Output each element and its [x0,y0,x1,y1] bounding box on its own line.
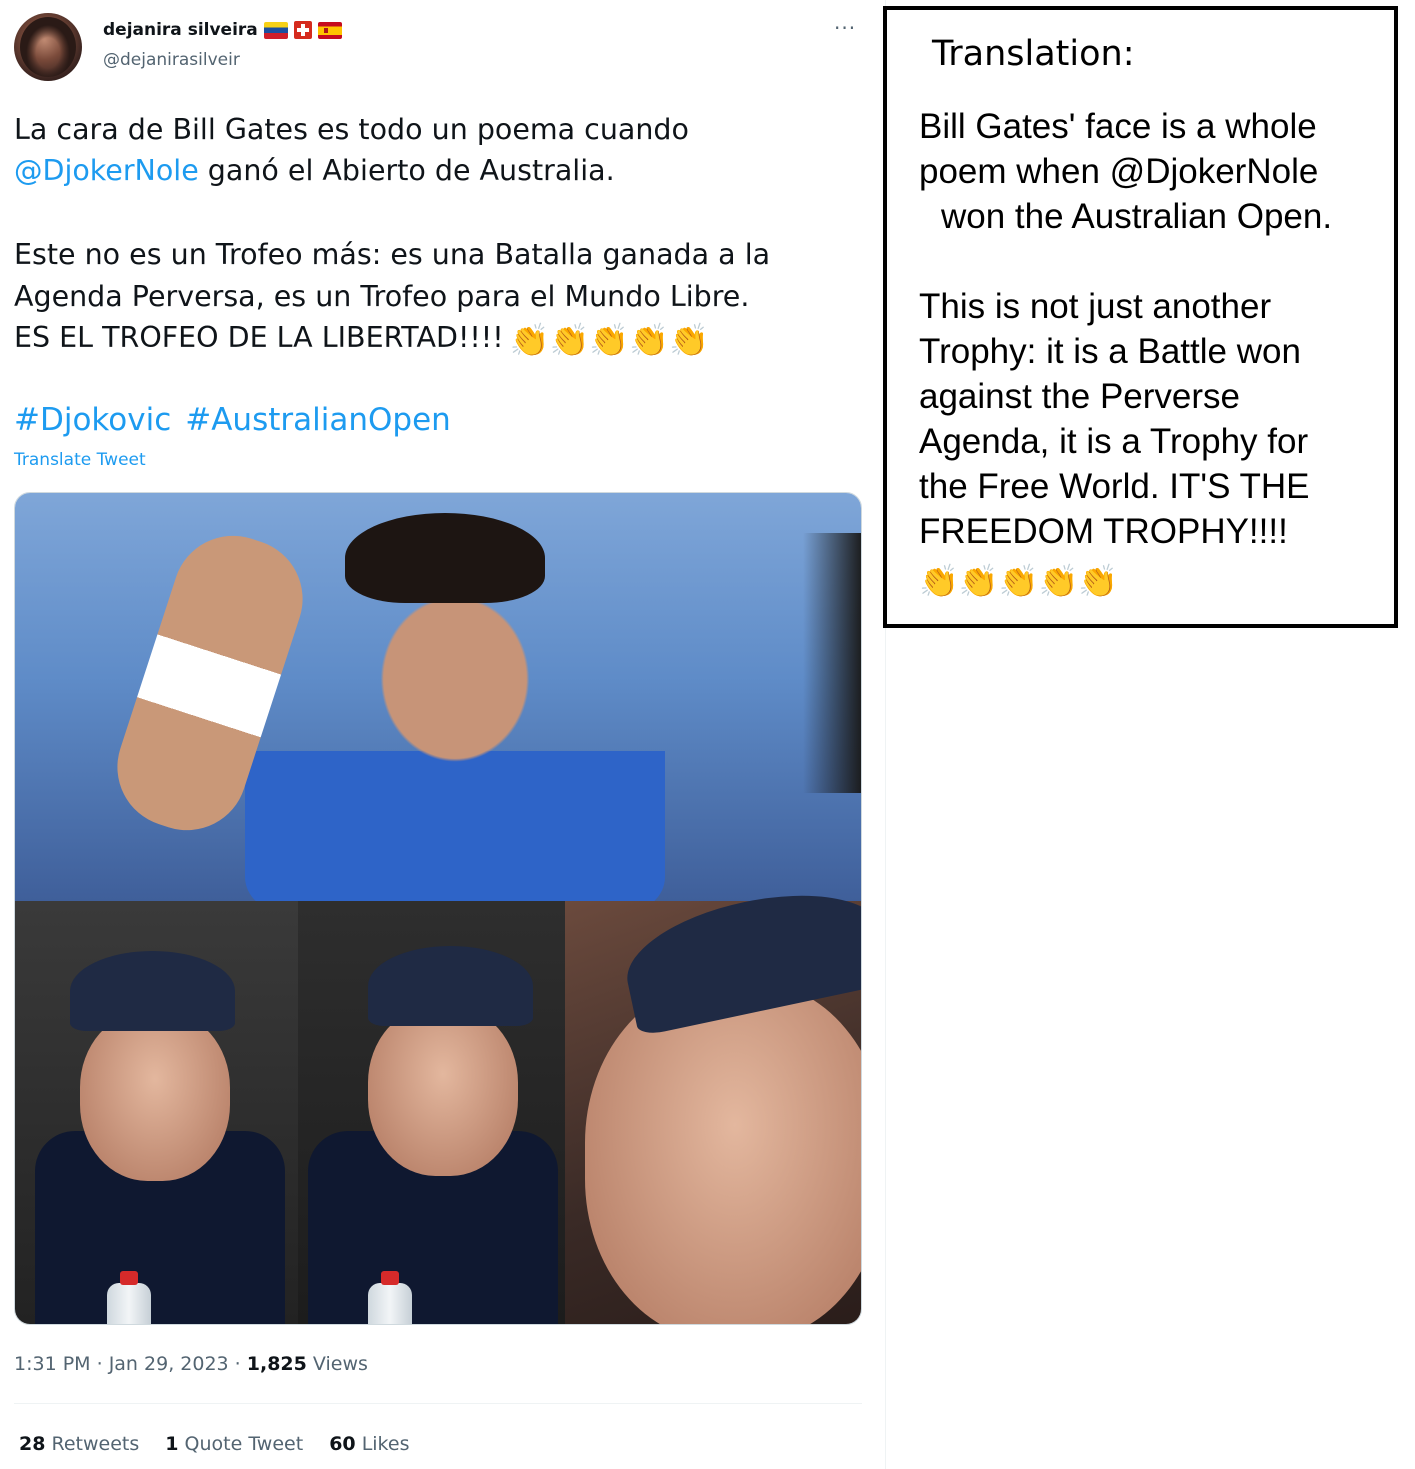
tweet-date[interactable]: Jan 29, 2023 [109,1353,229,1375]
clap-icon: 👏 [1038,563,1079,599]
translation-line: poem when @DjokerNole [919,152,1319,191]
quotes-count: 1 [165,1433,179,1455]
hashtag-djokovic[interactable]: #Djokovic [14,402,171,438]
background-shadow [803,533,861,793]
djokovic-celebrating-photo [15,493,861,913]
retweets-stat[interactable]: 28 Retweets [19,1433,139,1455]
tweet-text-line-5: ES EL TROFEO DE LA LIBERTAD!!!! 👏 👏 👏 👏 👏 [14,317,709,359]
face [368,1006,518,1176]
clap-icon: 👏 [549,321,590,359]
clap-icon: 👏 [589,321,630,359]
mention-link[interactable]: @DjokerNole [14,154,199,187]
translation-line: This is not just another [919,287,1272,326]
tweet-meta: 1:31 PM · Jan 29, 2023 · 1,825 Views [14,1353,368,1375]
tweet-text-line-2-rest: ganó el Abierto de Australia. [198,154,615,187]
likes-stat[interactable]: 60 Likes [329,1433,409,1455]
player-hair [345,513,545,603]
author-name[interactable]: dejanira silveira [103,20,258,40]
clap-icon: 👏 [1078,563,1119,599]
avatar[interactable] [14,13,82,81]
tweet-text-line-3: Este no es un Trofeo más: es una Batalla… [14,238,771,271]
water-bottle [107,1271,151,1324]
face [585,981,861,1324]
translation-line: against the Perverse [919,377,1241,416]
cap [70,951,235,1031]
views-count: 1,825 [246,1353,307,1375]
clap-icon: 👏 [509,321,550,359]
venezuela-flag-icon [263,21,288,39]
likes-count: 60 [329,1433,356,1455]
views-label: Views [312,1353,368,1375]
tweet-stats: 28 Retweets 1 Quote Tweet 60 Likes [19,1433,409,1455]
clap-icon: 👏 [629,321,670,359]
switzerland-flag-icon [293,21,312,39]
translate-tweet-link[interactable]: Translate Tweet [14,450,146,470]
hashtags: #Djokovic #AustralianOpen [14,402,451,438]
quotes-label: Quote Tweet [184,1433,304,1455]
clap-icon: 👏 [998,563,1039,599]
tweet-time[interactable]: 1:31 PM [14,1353,91,1375]
clap-emoji-group: 👏 👏 👏 👏 👏 [510,324,709,356]
more-options-icon[interactable]: ··· [834,16,856,40]
clap-icon: 👏 [919,563,959,599]
clap-icon: 👏 [669,321,709,359]
translation-box: Translation: Bill Gates' face is a whole… [883,6,1398,628]
likes-label: Likes [361,1433,410,1455]
spain-flag-icon [317,21,342,39]
tweet-text-line-1: La cara de Bill Gates es todo un poema c… [14,113,689,146]
bill-gates-photo-1 [15,901,298,1324]
translation-heading: Translation: [932,34,1135,74]
tweet-text-line-5-caps: ES EL TROFEO DE LA LIBERTAD!!!! [14,321,504,354]
bill-gates-photo-2 [298,901,565,1324]
translation-line: Bill Gates' face is a whole [919,107,1317,146]
retweets-label: Retweets [51,1433,140,1455]
clap-emoji-group: 👏 👏 👏 👏 👏 [919,565,1118,597]
water-bottle [368,1271,412,1324]
avatar-hair [20,17,76,77]
translation-line: Trophy: it is a Battle won [919,332,1301,371]
clap-icon: 👏 [958,563,999,599]
tweet-image-collage[interactable] [14,492,862,1325]
author-handle[interactable]: @dejanirasilveir [103,50,240,70]
translation-claps: 👏 👏 👏 👏 👏 [919,554,1389,599]
quote-tweets-stat[interactable]: 1 Quote Tweet [165,1433,303,1455]
translation-body: Bill Gates' face is a whole poem when @D… [919,104,1389,599]
hashtag-australianopen[interactable]: #AustralianOpen [185,402,451,438]
translation-line: Agenda, it is a Trophy for [919,422,1309,461]
tweet-text-line-2: @DjokerNole ganó el Abierto de Australia… [14,150,615,192]
face [80,1011,230,1181]
player-figure [245,553,665,913]
translation-line: FREEDOM TROPHY!!!! [919,512,1288,551]
author-name-row[interactable]: dejanira silveira [103,20,342,40]
tweet-text-line-4: Agenda Perversa, es un Trofeo para el Mu… [14,280,750,313]
divider [14,1403,862,1404]
translation-line: the Free World. IT'S THE [919,467,1310,506]
tweet-card: dejanira silveira @dejanirasilveir ··· L… [0,0,886,1469]
bill-gates-closeup-photo [565,875,861,1324]
retweets-count: 28 [19,1433,46,1455]
cap [368,946,533,1026]
translation-line: won the Australian Open. [941,197,1333,236]
